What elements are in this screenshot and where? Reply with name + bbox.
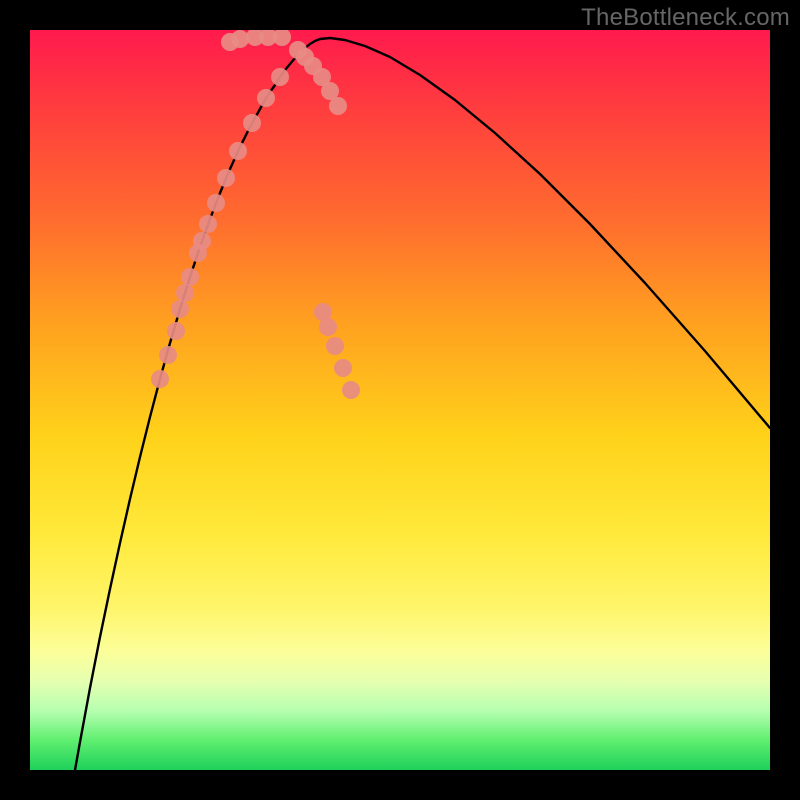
- data-marker: [342, 381, 360, 399]
- watermark-text: TheBottleneck.com: [581, 4, 790, 32]
- data-marker: [229, 142, 247, 160]
- chart-plot-area: [30, 30, 770, 770]
- data-marker: [319, 318, 337, 336]
- data-marker: [243, 114, 261, 132]
- data-marker: [171, 300, 189, 318]
- data-marker: [257, 89, 275, 107]
- data-marker: [151, 370, 169, 388]
- data-marker: [329, 97, 347, 115]
- chart-frame: TheBottleneck.com: [0, 0, 800, 800]
- data-marker: [181, 268, 199, 286]
- bottleneck-curve: [75, 38, 770, 770]
- data-marker: [207, 194, 225, 212]
- data-marker: [199, 215, 217, 233]
- data-marker: [326, 337, 344, 355]
- data-marker: [273, 30, 291, 46]
- data-marker: [193, 232, 211, 250]
- data-marker: [217, 169, 235, 187]
- data-marker: [167, 322, 185, 340]
- chart-svg: [30, 30, 770, 770]
- data-marker: [334, 359, 352, 377]
- data-marker: [159, 346, 177, 364]
- data-marker: [176, 284, 194, 302]
- data-marker: [271, 68, 289, 86]
